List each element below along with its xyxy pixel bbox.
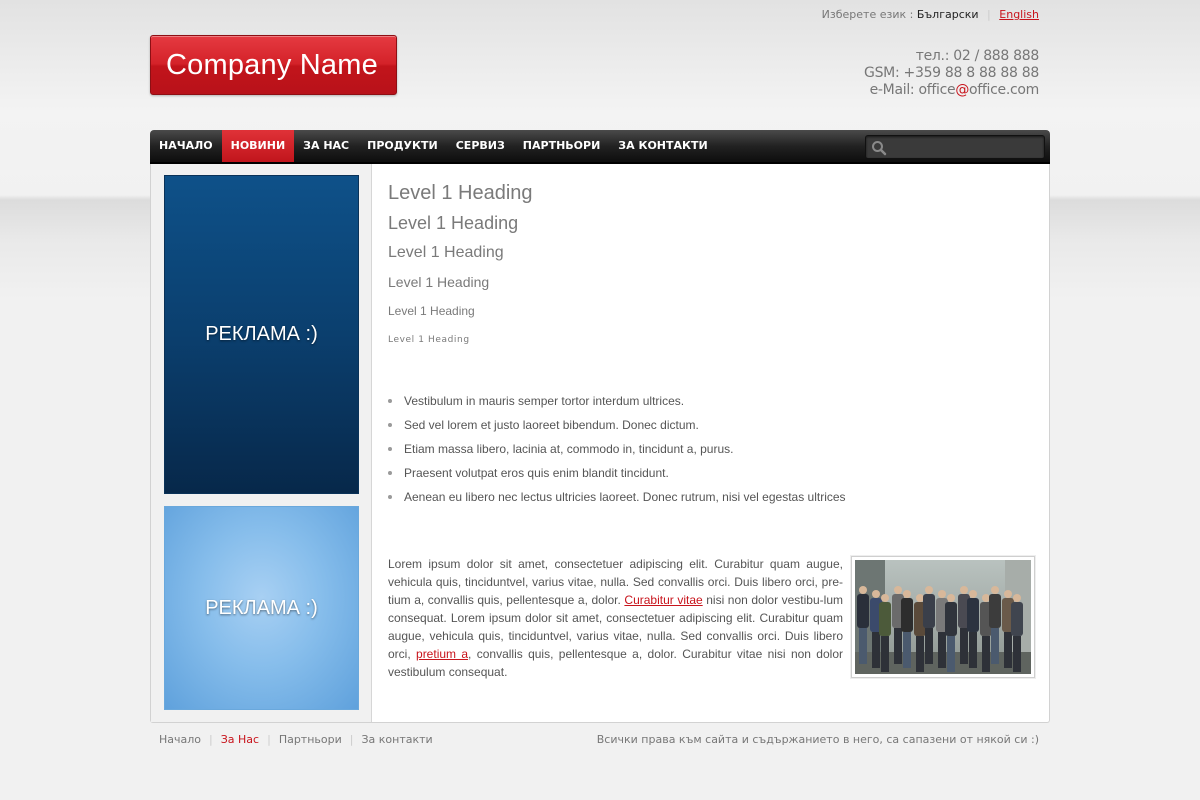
- nav-item-начало[interactable]: НАЧАЛО: [150, 130, 222, 162]
- phone-number: тел.: 02 / 888 888: [915, 48, 1040, 64]
- list-item: Etiam massa libero, lacinia at, commodo …: [388, 437, 1038, 461]
- search-box[interactable]: [865, 135, 1045, 159]
- footer-link-partners[interactable]: Партньори: [279, 733, 342, 746]
- advertisement-banner-top[interactable]: РЕКЛАМА :): [164, 175, 359, 494]
- sidebar: РЕКЛАМА :) РЕКЛАМА :): [151, 164, 372, 722]
- ad-label: РЕКЛАМА :): [205, 596, 318, 619]
- main-navigation: НАЧАЛО НОВИНИ ЗА НАС ПРОДУКТИ СЕРВИЗ ПАРТНЬОР…: [150, 130, 1050, 164]
- content-area: Level 1 Heading Level 1 Heading Level 1 …: [388, 180, 1038, 679]
- search-icon: [872, 141, 887, 156]
- group-photo: [851, 556, 1035, 678]
- nav-item-сервиз[interactable]: СЕРВИЗ: [447, 130, 514, 162]
- heading-5: Level 1 Heading: [388, 304, 475, 318]
- bullet-list: Vestibulum in mauris semper tortor inter…: [388, 389, 1038, 509]
- page: Изберете език : Български | English Comp…: [150, 0, 1050, 800]
- nav-item-за-контакти[interactable]: ЗА КОНТАКТИ: [609, 130, 716, 162]
- logo-text: Company Name: [166, 49, 378, 81]
- language-english-link[interactable]: English: [999, 8, 1039, 21]
- list-item: Praesent volutpat eros quis enim blandit…: [388, 461, 1038, 485]
- ad-label: РЕКЛАМА :): [205, 323, 318, 345]
- body-paragraph: Lorem ipsum dolor sit amet, consectetuer…: [388, 557, 843, 679]
- heading-1: Level 1 Heading: [388, 182, 533, 204]
- nav-item-партньори[interactable]: ПАРТНЬОРИ: [514, 130, 610, 162]
- company-logo[interactable]: Company Name: [150, 35, 397, 95]
- list-item: Sed vel lorem et justo laoreet bibendum.…: [388, 413, 1038, 437]
- footer-link-home[interactable]: Начало: [159, 733, 201, 746]
- contact-info: тел.: 02 / 888 888 GSM: +359 88 8 88 88 …: [864, 48, 1039, 99]
- heading-6: Level 1 Heading: [388, 335, 470, 345]
- heading-4: Level 1 Heading: [388, 274, 490, 290]
- footer-link-about[interactable]: За Нас: [221, 733, 259, 746]
- curabitur-vitae-link[interactable]: Curabitur vitae: [624, 593, 702, 607]
- search-input[interactable]: [890, 136, 1040, 158]
- language-divider: |: [987, 8, 991, 21]
- footer-navigation: Начало | За Нас | Партньори | За контакти: [159, 733, 433, 746]
- group-photo-image: [855, 560, 1031, 674]
- heading-2: Level 1 Heading: [388, 213, 519, 233]
- copyright-text: Всички права към сайта и съдържанието в …: [596, 733, 1039, 746]
- list-item: Aenean eu libero nec lectus ultricies la…: [388, 485, 1038, 509]
- language-prompt: Изберете език :: [821, 8, 914, 21]
- list-item: Vestibulum in mauris semper tortor inter…: [388, 389, 1038, 413]
- nav-item-новини[interactable]: НОВИНИ: [221, 130, 295, 162]
- heading-3: Level 1 Heading: [388, 244, 504, 261]
- language-bulgarian[interactable]: Български: [917, 8, 979, 21]
- language-selector: Изберете език : Български | English: [822, 8, 1039, 21]
- footer-link-contacts[interactable]: За контакти: [361, 733, 432, 746]
- pretium-link[interactable]: pretium a: [416, 647, 468, 661]
- gsm-number: GSM: +359 88 8 88 88 88: [864, 65, 1039, 81]
- email-address: e-Mail: office@office.com: [869, 82, 1040, 98]
- main-panel: РЕКЛАМА :) РЕКЛАМА :) Level 1 Heading Le…: [150, 164, 1050, 723]
- advertisement-banner-bottom[interactable]: РЕКЛАМА :): [164, 506, 359, 710]
- nav-item-за-нас[interactable]: ЗА НАС: [294, 130, 358, 162]
- nav-item-продукти[interactable]: ПРОДУКТИ: [358, 130, 447, 162]
